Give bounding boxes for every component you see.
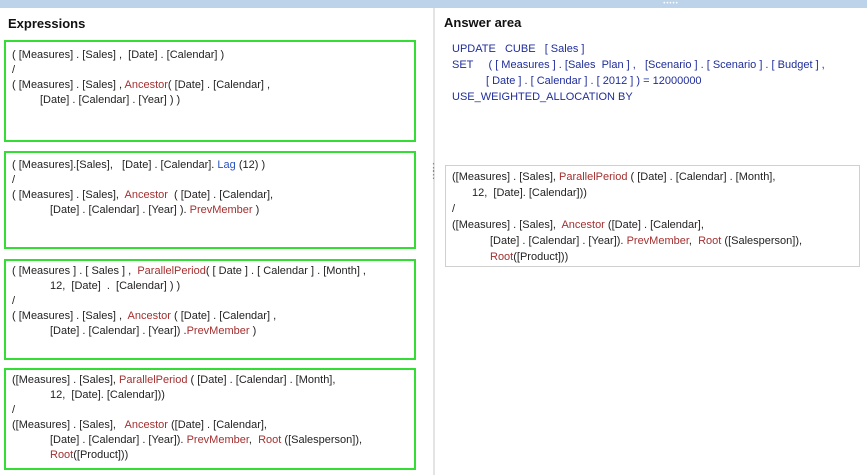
code-line: USE_WEIGHTED_ALLOCATION BY — [452, 91, 633, 103]
code-line: UPDATE CUBE [ Sales ] — [452, 43, 585, 55]
expression-option-2[interactable]: ( [Measures].[Sales], [Date] . [Calendar… — [4, 151, 416, 249]
expression-line: Root([Product])) — [50, 449, 129, 461]
expression-line: 12, [Date]. [Calendar])) — [472, 187, 587, 199]
expression-line: / — [12, 295, 16, 307]
expression-line: / — [12, 64, 16, 76]
expression-line: [Date] . [Calendar] . [Year]) .PrevMembe… — [50, 325, 257, 337]
expression-option-4[interactable]: ([Measures] . [Sales], ParallelPeriod ( … — [4, 368, 416, 470]
mdx-code-block: UPDATE CUBE [ Sales ] SET ( [ Measures ]… — [452, 41, 852, 105]
resize-grip-icon[interactable]: ••••• — [655, 1, 687, 7]
function-name: Root — [698, 235, 722, 247]
expression-line: ( [Measures ] . [ Sales ] , ParallelPeri… — [12, 265, 366, 277]
function-name: Ancestor — [124, 419, 168, 431]
expression-line: / — [452, 203, 456, 215]
function-name: ParallelPeriod — [137, 265, 206, 277]
function-name: ParallelPeriod — [558, 171, 628, 183]
function-name: Ancestor — [124, 79, 168, 91]
expression-line: ([Measures] . [Sales], Ancestor ([Date] … — [452, 219, 704, 231]
function-name: Ancestor — [124, 189, 168, 201]
expression-line: [Date] . [Calendar] . [Year] ). PrevMemb… — [50, 204, 260, 216]
code-line: [ Date ] . [ Calendar ] . [ 2012 ] ) = 1… — [486, 75, 702, 87]
expression-line: 12, [Date] . [Calendar] ) ) — [50, 280, 181, 292]
function-name: PrevMember — [189, 204, 253, 216]
splitter-grip-icon[interactable]: ⋮ ⋮ — [428, 163, 439, 195]
expression-line: ( [Measures] . [Sales] , [Date] . [Calen… — [12, 49, 225, 61]
expression-line: 12, [Date]. [Calendar])) — [50, 389, 165, 401]
answer-area-heading: Answer area — [444, 15, 522, 30]
expression-line: / — [12, 404, 16, 416]
panel-divider — [433, 8, 435, 475]
expression-option-1[interactable]: ( [Measures] . [Sales] , [Date] . [Calen… — [4, 40, 416, 142]
function-name: ParallelPeriod — [118, 374, 188, 386]
expression-line: ( [Measures] . [Sales] , Ancestor ( [Dat… — [12, 310, 277, 322]
function-name: Root — [50, 449, 74, 461]
function-name: PrevMember — [186, 434, 249, 446]
expression-line: ( [Measures] . [Sales], Ancestor ( [Date… — [12, 189, 274, 201]
expression-line: ([Measures] . [Sales], ParallelPeriod ( … — [12, 374, 336, 386]
function-name: Root — [258, 434, 282, 446]
expression-line: ([Measures] . [Sales], ParallelPeriod ( … — [452, 171, 776, 183]
function-name: Ancestor — [561, 219, 605, 231]
function-name: Ancestor — [127, 310, 171, 322]
function-name: Lag — [217, 159, 236, 171]
expression-line: [Date] . [Calendar] . [Year]). PrevMembe… — [490, 235, 803, 247]
expressions-heading: Expressions — [8, 16, 86, 31]
expression-line: / — [12, 174, 16, 186]
function-name: Root — [490, 251, 514, 263]
answer-drop-target[interactable]: ([Measures] . [Sales], ParallelPeriod ( … — [445, 165, 860, 267]
expression-line: ( [Measures] . [Sales] , Ancestor( [Date… — [12, 79, 271, 91]
expression-line: [Date] . [Calendar] . [Year]). PrevMembe… — [50, 434, 363, 446]
top-bar: ••••• — [0, 0, 867, 8]
function-name: PrevMember — [626, 235, 689, 247]
expression-line: Root([Product])) — [490, 251, 569, 263]
expression-option-3[interactable]: ( [Measures ] . [ Sales ] , ParallelPeri… — [4, 259, 416, 360]
expression-line: [Date] . [Calendar] . [Year] ) ) — [40, 94, 181, 106]
function-name: PrevMember — [186, 325, 250, 337]
expression-line: ( [Measures].[Sales], [Date] . [Calendar… — [12, 159, 266, 171]
expression-line: ([Measures] . [Sales], Ancestor ([Date] … — [12, 419, 267, 431]
code-line: SET ( [ Measures ] . [Sales Plan ] , [Sc… — [452, 59, 825, 71]
